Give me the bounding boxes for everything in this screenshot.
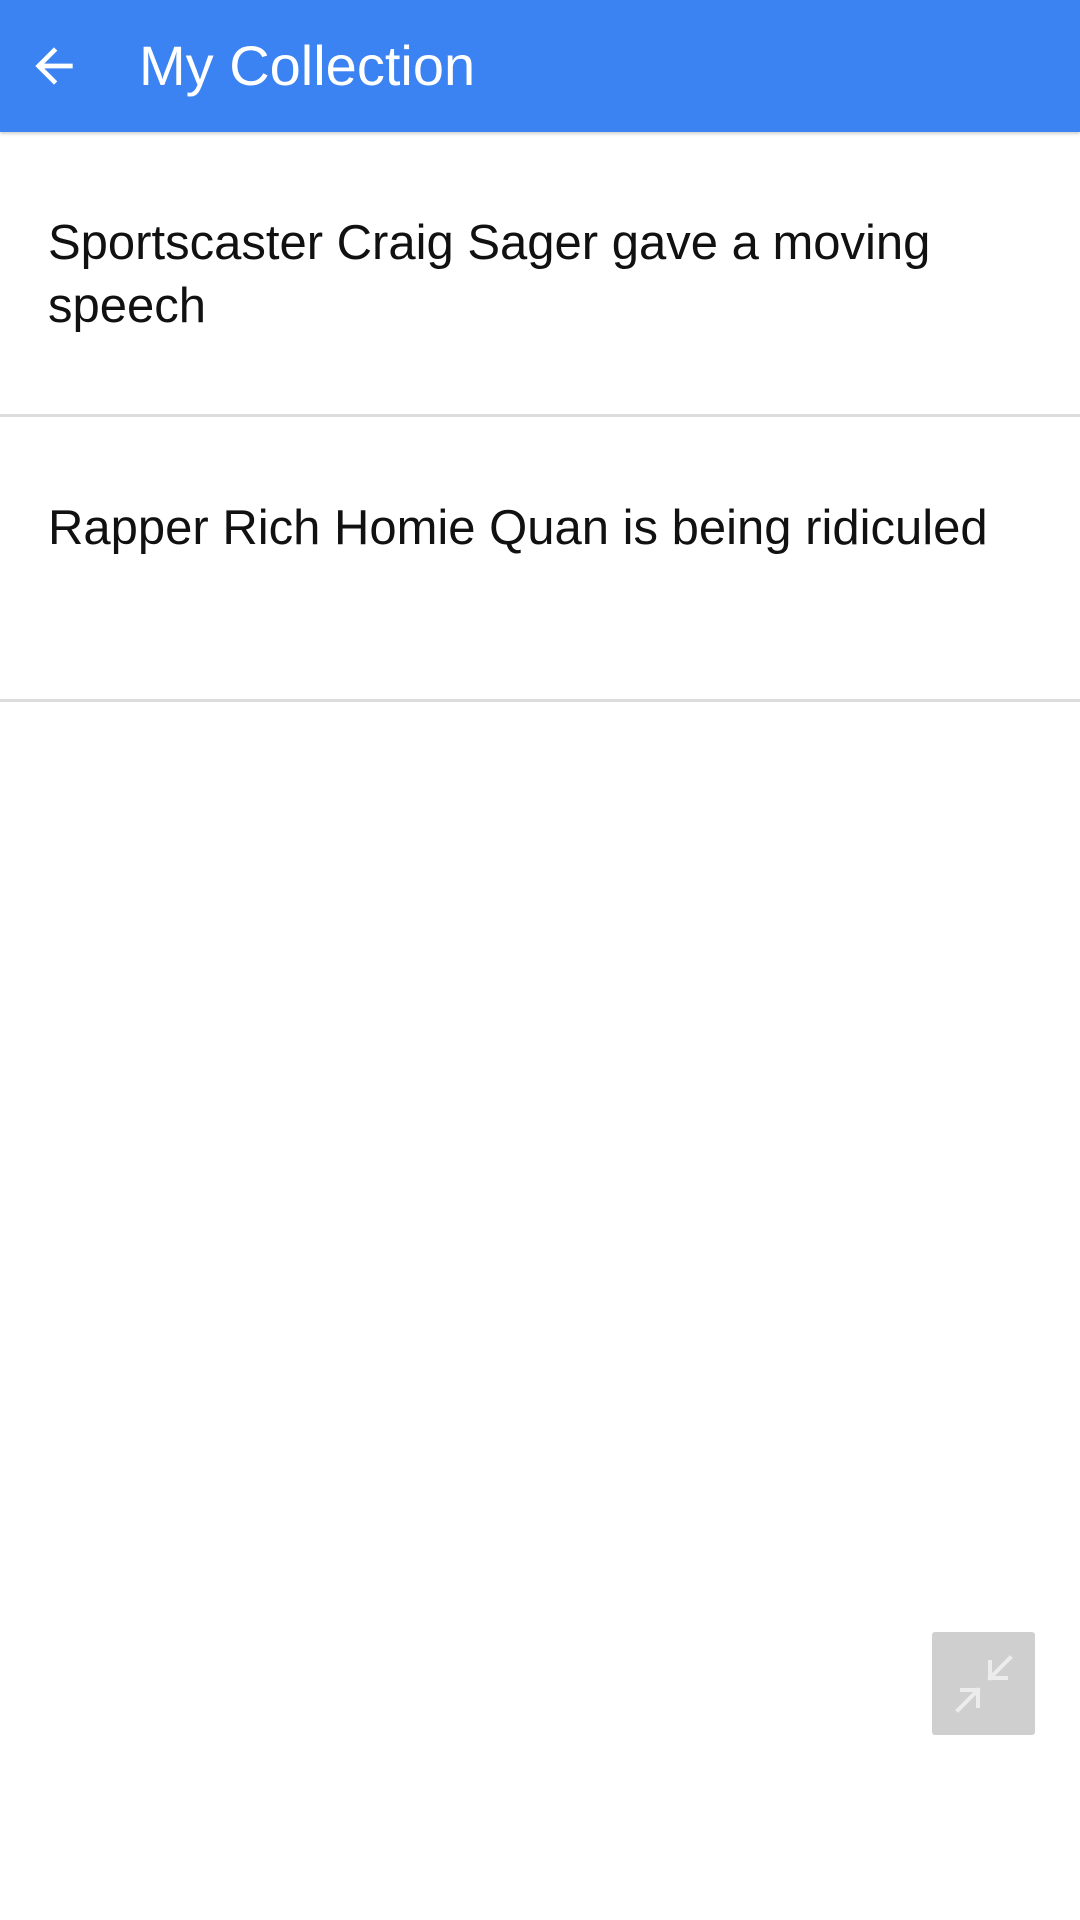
collapse-arrows-icon xyxy=(954,1654,1013,1713)
list-item-title: Sportscaster Craig Sager gave a moving s… xyxy=(48,216,931,333)
app-screen: My Collection Sportscaster Craig Sager g… xyxy=(0,0,1080,1920)
list-item-title: Rapper Rich Homie Quan is being ridicule… xyxy=(48,501,988,555)
collapse-window-button[interactable] xyxy=(932,1632,1035,1735)
list-item[interactable]: Sportscaster Craig Sager gave a moving s… xyxy=(0,132,1080,417)
arrow-back-icon xyxy=(35,47,73,85)
list-item[interactable]: Rapper Rich Homie Quan is being ridicule… xyxy=(0,417,1080,702)
app-bar: My Collection xyxy=(0,0,1080,132)
collection-list: Sportscaster Craig Sager gave a moving s… xyxy=(0,132,1080,702)
back-button[interactable] xyxy=(14,26,94,106)
page-title: My Collection xyxy=(139,34,476,97)
